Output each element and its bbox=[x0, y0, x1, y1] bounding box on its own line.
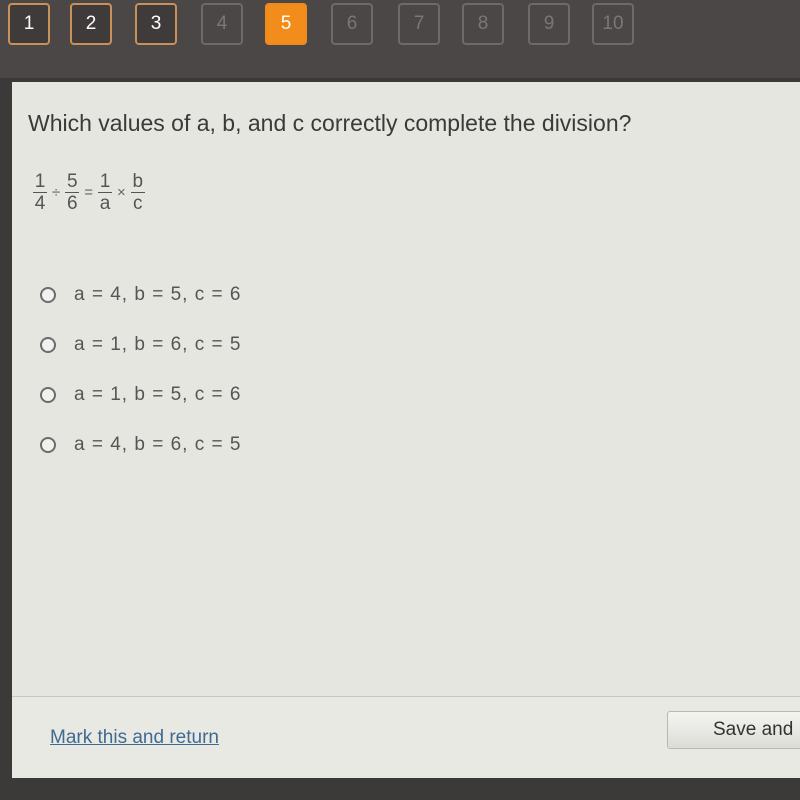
multiply-sign: × bbox=[117, 184, 126, 201]
divide-sign: ÷ bbox=[52, 184, 61, 201]
question-navigation-bar: 1 2 3 4 5 6 7 8 9 10 bbox=[0, 0, 800, 78]
numerator: 1 bbox=[99, 171, 111, 192]
answer-option-2[interactable]: a = 1, b = 6, c = 5 bbox=[40, 320, 241, 370]
question-8-button[interactable]: 8 bbox=[462, 3, 504, 45]
question-number: 8 bbox=[477, 13, 489, 34]
radio-button[interactable] bbox=[40, 387, 56, 403]
fraction-b-over-c: b c bbox=[130, 171, 145, 214]
denominator: c bbox=[133, 193, 143, 214]
radio-button[interactable] bbox=[40, 337, 56, 353]
radio-button[interactable] bbox=[40, 287, 56, 303]
question-number: 7 bbox=[413, 13, 425, 34]
answer-option-4[interactable]: a = 4, b = 6, c = 5 bbox=[40, 420, 241, 470]
answer-option-3[interactable]: a = 1, b = 5, c = 6 bbox=[40, 370, 241, 420]
question-number: 3 bbox=[150, 13, 162, 34]
question-text: Which values of a, b, and c correctly co… bbox=[28, 110, 632, 136]
numerator: b bbox=[132, 171, 144, 192]
question-3-button[interactable]: 3 bbox=[135, 3, 177, 45]
question-4-button[interactable]: 4 bbox=[201, 3, 243, 45]
question-number: 9 bbox=[543, 13, 555, 34]
question-6-button[interactable]: 6 bbox=[331, 3, 373, 45]
fraction-one-over-a: 1 a bbox=[98, 172, 112, 213]
option-label: a = 1, b = 6, c = 5 bbox=[74, 334, 242, 355]
radio-button[interactable] bbox=[40, 437, 56, 453]
fraction-one-fourth: 1 4 bbox=[33, 172, 47, 213]
save-and-exit-button[interactable]: Save and bbox=[667, 711, 800, 749]
question-number: 1 bbox=[23, 13, 35, 34]
division-equation: 1 4 ÷ 5 6 = 1 a × b c bbox=[30, 172, 148, 213]
numerator: 1 bbox=[34, 171, 46, 192]
denominator: a bbox=[99, 193, 111, 214]
answer-options: a = 4, b = 5, c = 6 a = 1, b = 6, c = 5 … bbox=[40, 270, 241, 470]
question-9-button[interactable]: 9 bbox=[528, 3, 570, 45]
denominator: 6 bbox=[66, 193, 78, 214]
answer-option-1[interactable]: a = 4, b = 5, c = 6 bbox=[40, 270, 241, 320]
question-2-button[interactable]: 2 bbox=[70, 3, 112, 45]
question-1-button[interactable]: 1 bbox=[8, 3, 50, 45]
question-number: 6 bbox=[346, 13, 358, 34]
question-number: 2 bbox=[85, 13, 97, 34]
question-10-button[interactable]: 10 bbox=[592, 3, 634, 45]
question-number: 5 bbox=[280, 13, 292, 34]
denominator: 4 bbox=[34, 193, 46, 214]
option-label: a = 4, b = 5, c = 6 bbox=[74, 284, 242, 305]
question-number: 10 bbox=[602, 13, 624, 34]
question-panel: Which values of a, b, and c correctly co… bbox=[12, 82, 800, 778]
option-label: a = 4, b = 6, c = 5 bbox=[74, 434, 242, 455]
fraction-five-sixths: 5 6 bbox=[65, 171, 80, 214]
footer: Mark this and return Save and bbox=[12, 697, 800, 778]
numerator: 5 bbox=[66, 171, 78, 192]
equals-sign: = bbox=[84, 184, 93, 201]
question-5-button[interactable]: 5 bbox=[265, 3, 307, 45]
mark-and-return-link[interactable]: Mark this and return bbox=[50, 727, 219, 749]
question-7-button[interactable]: 7 bbox=[398, 3, 440, 45]
question-number: 4 bbox=[216, 13, 228, 34]
option-label: a = 1, b = 5, c = 6 bbox=[74, 384, 242, 405]
